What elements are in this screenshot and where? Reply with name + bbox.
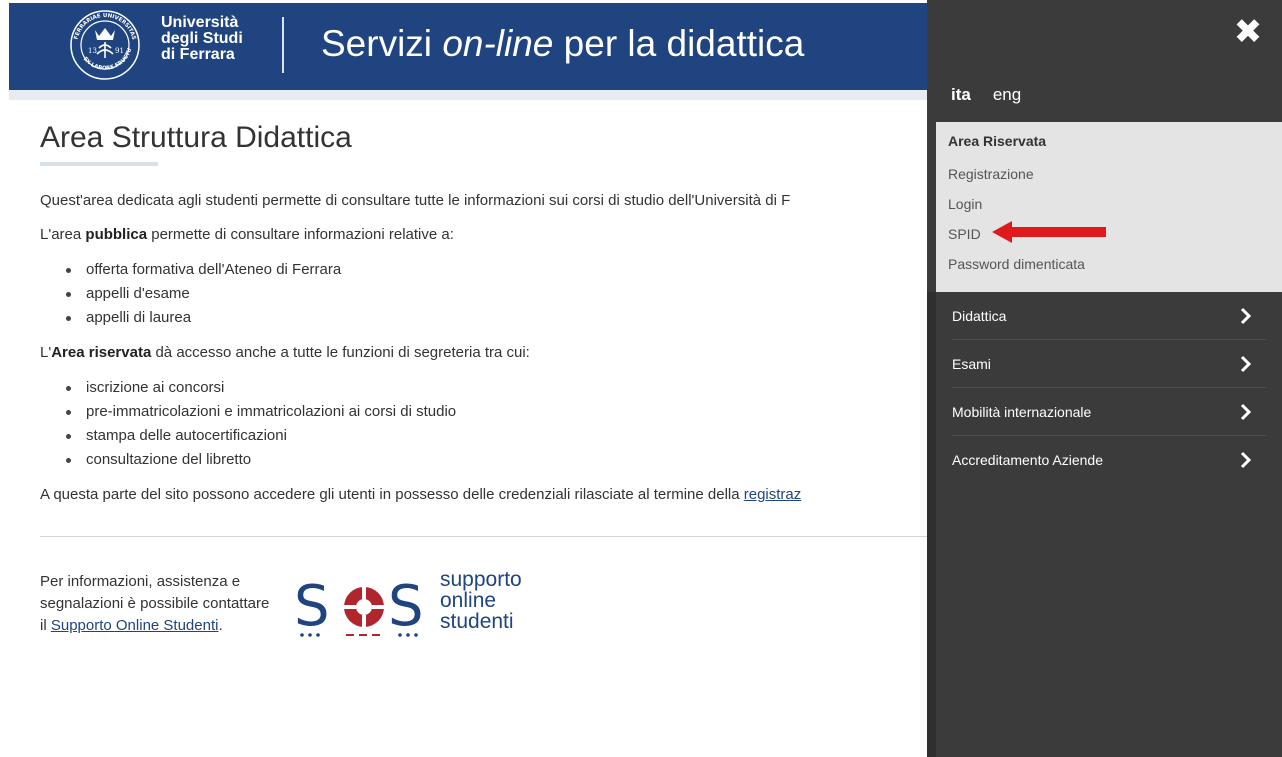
list-item: iscrizione ai concorsi xyxy=(66,376,930,400)
site-header: 13 91 FERRARIAE UNIVERSITAS EX LABORE FR… xyxy=(9,3,927,90)
site-title-prefix: Servizi xyxy=(321,23,443,64)
menu-item-label: Didattica xyxy=(952,307,1007,324)
chevron-right-icon xyxy=(1240,355,1252,373)
university-name-line: di Ferrara xyxy=(161,46,235,63)
support-text: Per informazioni, assistenza e segnalazi… xyxy=(40,571,280,637)
menu-item-label: Mobilità internazionale xyxy=(952,403,1092,420)
panel-strip xyxy=(927,122,936,292)
menu-item-mobilita[interactable]: Mobilità internazionale xyxy=(952,388,1266,436)
access-text-body: A questa parte del sito possono accedere… xyxy=(40,486,744,503)
menu-item-accreditamento[interactable]: Accreditamento Aziende xyxy=(952,436,1266,484)
site-title-suffix: per la didattica xyxy=(553,23,805,64)
menu-item-label: Esami xyxy=(952,355,991,372)
chevron-right-icon xyxy=(1240,451,1252,469)
list-item: appelli di laurea xyxy=(66,306,930,330)
sos-logo-icon: S S xyxy=(294,574,424,639)
main-content: Area Struttura Didattica Quest'area dedi… xyxy=(40,110,930,750)
reserved-area-pre: L' xyxy=(40,344,52,361)
svg-text:S: S xyxy=(388,574,424,639)
reserved-area-post: dà accesso anche a tutte le funzioni di … xyxy=(151,344,530,361)
university-name-line: degli Studi xyxy=(161,30,243,47)
public-area-list: offerta formativa dell'Ateneo di Ferrara… xyxy=(66,258,930,330)
support-info: Per informazioni, assistenza e segnalazi… xyxy=(40,569,930,643)
close-icon[interactable]: ✖ xyxy=(1228,12,1268,52)
reserved-area-list: iscrizione ai concorsi pre-immatricolazi… xyxy=(66,376,930,472)
panel-menu: Didattica Esami Mobilità internazionale … xyxy=(936,292,1282,484)
public-area-bold: pubblica xyxy=(85,226,148,243)
lang-ita[interactable]: ita xyxy=(951,85,971,105)
chevron-right-icon xyxy=(1240,403,1252,421)
page-title: Area Struttura Didattica xyxy=(40,121,352,154)
reserved-area-box: Area Riservata Registrazione Login SPID … xyxy=(936,122,1282,292)
red-arrow-icon xyxy=(992,221,1106,243)
svg-text:13: 13 xyxy=(88,47,97,55)
list-item: appelli d'esame xyxy=(66,282,930,306)
list-item: pre-immatricolazioni e immatricolazioni … xyxy=(66,400,930,424)
public-area-post: permette di consultare informazioni rela… xyxy=(147,226,454,243)
support-online-link[interactable]: Supporto Online Studenti xyxy=(51,617,219,634)
reserved-area-text: L'Area riservata dà accesso anche a tutt… xyxy=(40,342,930,364)
chevron-right-icon xyxy=(1240,307,1252,325)
panel-left-edge xyxy=(927,292,936,757)
side-panel: ✖ ita eng Area Riservata Registrazione L… xyxy=(927,0,1282,757)
forgot-password-link[interactable]: Password dimenticata xyxy=(948,256,1085,272)
sos-logo[interactable]: S S supporto online studenti xyxy=(294,569,522,643)
header-subbar xyxy=(9,90,927,100)
registration-link[interactable]: registraz xyxy=(744,486,802,503)
title-underline xyxy=(40,162,158,166)
site-title: Servizi on-line per la didattica xyxy=(321,21,804,67)
list-item: offerta formativa dell'Ateneo di Ferrara xyxy=(66,258,930,282)
reserved-area-title: Area Riservata xyxy=(948,133,1047,149)
lang-eng[interactable]: eng xyxy=(993,85,1021,105)
registration-menu-link[interactable]: Registrazione xyxy=(948,166,1034,182)
menu-item-esami[interactable]: Esami xyxy=(952,340,1266,388)
public-area-pre: L'area xyxy=(40,226,86,243)
svg-text:91: 91 xyxy=(115,47,124,55)
header-divider xyxy=(282,17,284,73)
svg-text:S: S xyxy=(294,574,330,639)
divider xyxy=(40,536,930,537)
menu-item-didattica[interactable]: Didattica xyxy=(952,292,1266,340)
access-text: A questa parte del sito possono accedere… xyxy=(40,484,930,506)
spid-link[interactable]: SPID xyxy=(948,226,981,242)
sos-word: online xyxy=(440,589,497,612)
language-switcher: ita eng xyxy=(951,82,1021,108)
menu-item-label: Accreditamento Aziende xyxy=(952,452,1103,468)
reserved-area-bold: Area riservata xyxy=(51,344,152,361)
university-seal-icon[interactable]: 13 91 FERRARIAE UNIVERSITAS EX LABORE FR… xyxy=(59,8,151,83)
intro-text: Quest'area dedicata agli studenti permet… xyxy=(40,192,791,209)
sos-logo-words: supporto online studenti xyxy=(440,569,522,632)
public-area-text: L'area pubblica permette di consultare i… xyxy=(40,224,930,246)
site-title-italic: on-line xyxy=(442,23,554,64)
list-item: stampa delle autocertificazioni xyxy=(66,424,930,448)
list-item: consultazione del libretto xyxy=(66,448,930,472)
login-link[interactable]: Login xyxy=(948,196,982,212)
sos-word: studenti xyxy=(440,610,514,633)
university-name[interactable]: Università degli Studi di Ferrara xyxy=(161,15,243,63)
sos-word: supporto xyxy=(440,568,522,591)
university-name-line: Università xyxy=(161,14,239,31)
support-text-end: . xyxy=(218,617,223,634)
